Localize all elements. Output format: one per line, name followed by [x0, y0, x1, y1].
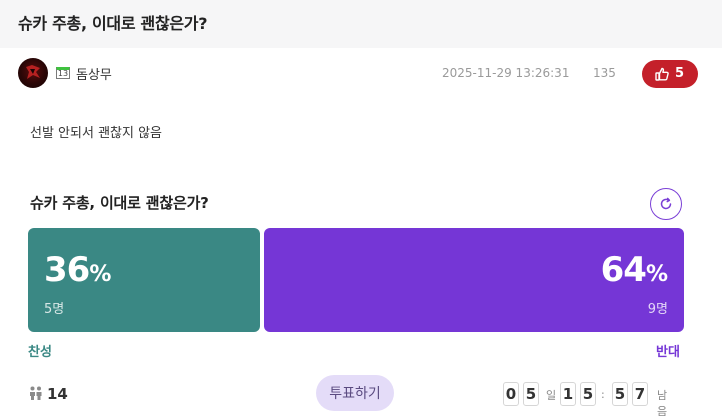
- title-bar: 슈카 주총, 이대로 괜찮은가?: [0, 0, 722, 48]
- people-icon: [30, 386, 42, 400]
- like-button[interactable]: 5: [642, 60, 698, 88]
- countdown-remaining-label: 남음: [657, 389, 668, 418]
- oppose-label: 반대: [656, 345, 680, 360]
- poll-option-agree[interactable]: 36% 5명: [28, 228, 260, 332]
- post-body: 선발 안되서 괜찮지 않음: [30, 126, 162, 141]
- agree-count: 5명: [44, 302, 65, 317]
- poll-option-oppose[interactable]: 64% 9명: [264, 228, 684, 332]
- author-name[interactable]: 돔상무: [76, 64, 112, 83]
- countdown-digit: 5: [580, 382, 596, 406]
- countdown-digit: 1: [560, 382, 576, 406]
- countdown-digit: 5: [523, 382, 539, 406]
- agree-percent: 36%: [44, 250, 112, 290]
- countdown-day-label: 일: [546, 389, 557, 402]
- view-count: 135: [593, 66, 616, 80]
- countdown-digit: 5: [612, 382, 628, 406]
- post-datetime: 2025-11-29 13:26:31: [442, 66, 570, 80]
- poll-title: 슈카 주총, 이대로 괜찮은가?: [30, 194, 209, 212]
- thumbs-up-icon: [655, 67, 669, 81]
- refresh-button[interactable]: [650, 188, 682, 220]
- voter-count: 14: [47, 385, 68, 403]
- oppose-count: 9명: [647, 302, 668, 317]
- post-title: 슈카 주총, 이대로 괜찮은가?: [18, 14, 208, 33]
- agree-label: 찬성: [28, 345, 52, 360]
- countdown-digit: 7: [632, 382, 648, 406]
- vote-button[interactable]: 투표하기: [316, 375, 394, 411]
- countdown-separator: :: [601, 388, 605, 401]
- like-count: 5: [675, 66, 685, 81]
- refresh-icon: [660, 197, 672, 210]
- countdown-digit: 0: [503, 382, 519, 406]
- avatar[interactable]: [18, 58, 48, 88]
- level-badge: 13: [56, 67, 70, 79]
- avatar-emblem-icon: [26, 65, 40, 79]
- oppose-percent: 64%: [600, 250, 668, 290]
- post-meta: 13 돔상무 2025-11-29 13:26:31 135 5: [0, 52, 722, 96]
